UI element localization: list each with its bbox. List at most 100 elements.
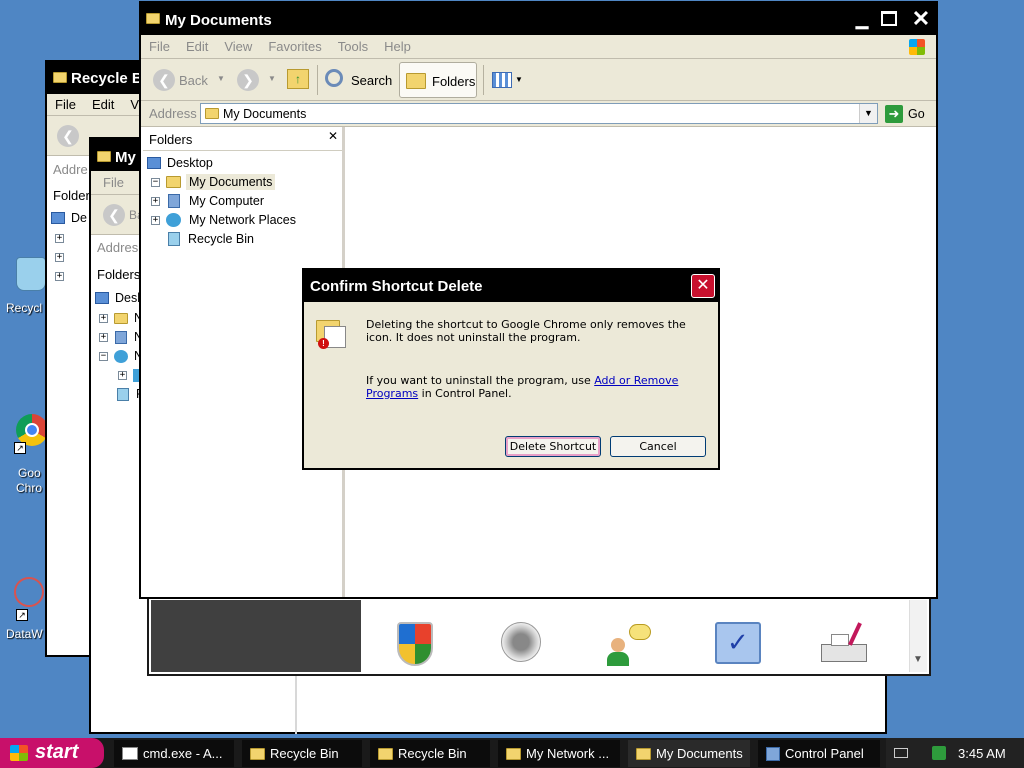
back-icon[interactable]: ❮ — [57, 125, 79, 147]
menu-file[interactable]: File — [47, 97, 84, 112]
expand-toggle[interactable]: + — [55, 253, 64, 262]
taskbar-item-recycle-bin[interactable]: Recycle Bin — [242, 740, 362, 767]
tree-item[interactable]: +N — [99, 328, 143, 346]
search-button-label[interactable]: Search — [351, 73, 392, 88]
title-bar[interactable]: Recycle B — [47, 62, 153, 94]
expand-toggle[interactable]: + — [99, 332, 108, 342]
tree-item-desktop[interactable]: Desk — [95, 289, 143, 307]
tree-item[interactable]: +N — [99, 309, 143, 327]
menu-bar: File Edit V — [47, 94, 153, 116]
back-label[interactable]: Back — [179, 73, 208, 88]
menu-tools[interactable]: Tools — [330, 39, 376, 54]
expand-toggle[interactable]: + — [118, 370, 127, 380]
close-pane-icon[interactable]: ✕ — [328, 129, 338, 143]
collapse-toggle[interactable]: − — [151, 177, 160, 187]
menu-edit[interactable]: Edit — [84, 97, 122, 112]
menu-view[interactable]: View — [216, 39, 260, 54]
back-icon[interactable]: ❮ — [103, 204, 125, 226]
printer-paper-icon — [831, 634, 849, 646]
views-dropdown-icon[interactable]: ▼ — [515, 75, 523, 84]
minimize-button[interactable]: ▁ — [851, 10, 873, 30]
dialog-title-bar[interactable]: Confirm Shortcut Delete ✕ — [304, 270, 718, 302]
expand-toggle[interactable]: + — [99, 313, 108, 323]
keyboard-icon[interactable] — [894, 748, 908, 758]
folder-icon — [53, 72, 67, 83]
control-panel-icon — [766, 746, 780, 761]
printers-icon[interactable] — [821, 622, 867, 666]
folders-icon — [406, 73, 426, 89]
tree-item[interactable]: −N — [99, 347, 143, 365]
error-icon: ! — [318, 338, 329, 349]
taskbar-item-label: My Network ... — [526, 746, 610, 761]
taskbar-item-label: cmd.exe - A... — [143, 746, 223, 761]
search-icon[interactable] — [325, 69, 343, 87]
system-icon[interactable]: ✓ — [715, 622, 761, 664]
menu-bar: File Edit View Favorites Tools Help — [141, 35, 936, 59]
tree-item-desktop[interactable]: De — [51, 209, 87, 227]
maximize-button[interactable] — [881, 11, 897, 26]
expand-toggle[interactable]: + — [55, 234, 64, 243]
desktop-icon-label-line2: Chro — [16, 481, 43, 495]
confirm-shortcut-delete-dialog[interactable]: Confirm Shortcut Delete ✕ ! Deleting the… — [302, 268, 720, 470]
back-icon[interactable]: ❮ — [153, 69, 175, 91]
expand-toggle[interactable]: + — [55, 272, 64, 281]
sounds-icon[interactable] — [501, 622, 541, 662]
folder-icon — [506, 747, 521, 760]
tree-item-desktop[interactable]: Desktop — [147, 154, 213, 172]
taskbar-item-my-documents[interactable]: My Documents — [628, 740, 750, 767]
tree-item-recycle-bin[interactable]: Recycle Bin — [168, 230, 254, 248]
up-folder-icon[interactable]: ↑ — [287, 69, 309, 89]
menu-edit[interactable]: Edit — [178, 39, 216, 54]
folders-pane-title: Folders — [97, 267, 141, 282]
toolbar-separator — [483, 65, 484, 95]
views-icon[interactable] — [492, 72, 512, 88]
tree-item-my-network-places[interactable]: + My Network Places — [151, 211, 296, 229]
taskbar-item-cmd[interactable]: cmd.exe - A... — [114, 740, 234, 767]
dialog-close-button[interactable]: ✕ — [691, 274, 715, 298]
taskbar-item-my-network[interactable]: My Network ... — [498, 740, 620, 767]
desktop-icon-chrome[interactable]: ↗ Goo Chro — [10, 412, 50, 497]
clock[interactable]: 3:45 AM — [958, 746, 1006, 761]
desktop-icon-recycle[interactable]: Recycl — [6, 255, 50, 315]
security-center-icon[interactable] — [397, 622, 433, 666]
taskbar-item-control-panel[interactable]: Control Panel — [758, 740, 880, 767]
menu-file[interactable]: File — [91, 175, 132, 190]
tree-item-label: Desktop — [167, 156, 213, 170]
menu-help[interactable]: Help — [376, 39, 419, 54]
menu-favorites[interactable]: Favorites — [260, 39, 329, 54]
tree-item-my-documents[interactable]: − My Documents — [151, 173, 276, 191]
taskbar-item-label: Recycle Bin — [270, 746, 339, 761]
menu-file[interactable]: File — [141, 39, 178, 54]
taskbar-item-label: My Documents — [656, 746, 743, 761]
address-dropdown-button[interactable]: ▼ — [859, 104, 877, 123]
scroll-down-icon[interactable]: ▼ — [913, 654, 923, 665]
user-head-icon — [611, 638, 625, 652]
title-bar[interactable]: My Documents ▁ ✕ — [141, 3, 936, 35]
cancel-button[interactable]: Cancel — [610, 436, 706, 457]
folder-icon — [205, 108, 219, 119]
folders-button[interactable]: Folders — [399, 62, 477, 98]
control-panel-side-pane — [151, 600, 361, 672]
delete-shortcut-button[interactable]: Delete Shortcut — [505, 436, 601, 457]
user-accounts-icon[interactable] — [607, 624, 651, 668]
scrollbar[interactable]: ▼ — [909, 600, 927, 672]
forward-icon[interactable]: ❯ — [237, 69, 259, 91]
forward-dropdown-icon[interactable]: ▼ — [268, 74, 276, 83]
expand-toggle[interactable]: + — [151, 196, 160, 206]
dialog-title: Confirm Shortcut Delete — [310, 278, 483, 295]
back-dropdown-icon[interactable]: ▼ — [217, 74, 225, 83]
expand-toggle[interactable]: + — [151, 215, 160, 225]
close-button[interactable]: ✕ — [909, 7, 933, 31]
collapse-toggle[interactable]: − — [99, 351, 108, 361]
control-panel-window[interactable]: ✓ ▼ — [147, 596, 931, 676]
go-arrow-icon[interactable]: ➜ — [885, 105, 903, 123]
go-button-label[interactable]: Go — [908, 107, 925, 121]
network-icon — [166, 213, 181, 227]
start-button[interactable]: start — [0, 738, 104, 768]
address-input[interactable]: My Documents ▼ — [200, 103, 878, 124]
tree-item-my-computer[interactable]: + My Computer — [151, 192, 264, 210]
address-label: Addres — [97, 240, 139, 255]
taskbar-item-recycle-bin-2[interactable]: Recycle Bin — [370, 740, 490, 767]
network-tray-icon[interactable] — [932, 746, 946, 760]
desktop-icon-dataw[interactable]: ↗ DataW — [6, 570, 51, 645]
